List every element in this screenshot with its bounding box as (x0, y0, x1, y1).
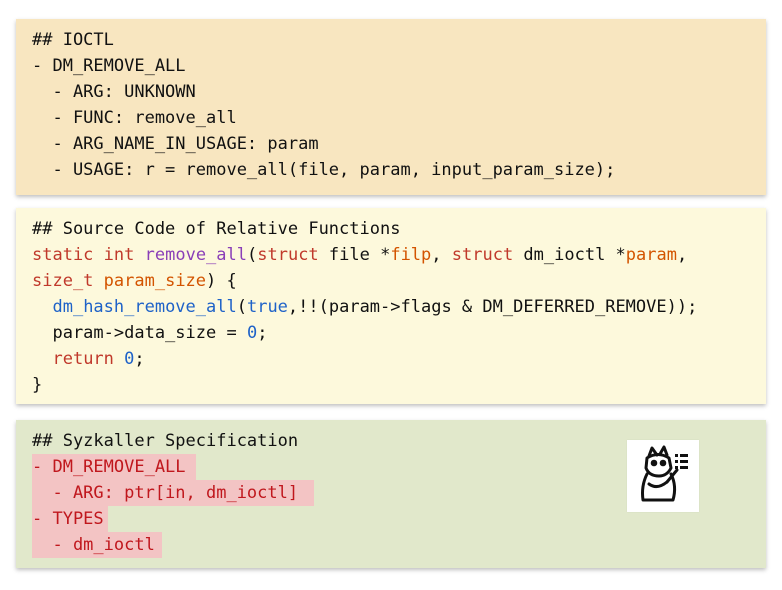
call-args: ,!!(param->flags & DM_DEFERRED_REMOVE)); (287, 297, 698, 317)
source-heading: ## Source Code of Relative Functions (32, 219, 401, 239)
spec-line: - dm_ioctl (32, 532, 750, 558)
ioctl-usage: - USAGE: r = remove_all(file, param, inp… (32, 160, 616, 180)
dm-ioctl-pointer: dm_ioctl * (513, 245, 626, 265)
param-param: param (625, 245, 677, 265)
spec-arg: - ARG: ptr[in, dm_ioctl] (32, 480, 314, 506)
type-size-t: size_t (32, 271, 94, 291)
spec-types: - TYPES (32, 506, 108, 532)
comma: , (676, 245, 688, 265)
assignment: param->data_size = (32, 323, 247, 343)
literal-zero: 0 (246, 323, 258, 343)
code-line-hash-remove: dm_hash_remove_all(true,!!(param->flags … (32, 294, 750, 320)
gopher-svg (641, 445, 688, 502)
semicolon: ; (257, 323, 268, 343)
ioctl-panel: ## IOCTL - DM_REMOVE_ALL - ARG: UNKNOWN … (16, 19, 766, 195)
comma: , (431, 245, 452, 265)
function-name: remove_all (144, 245, 247, 265)
ioctl-func: - FUNC: remove_all (32, 108, 237, 128)
syzkaller-gopher-icon (627, 440, 699, 512)
param-filp: filp (390, 245, 432, 265)
keyword-struct: struct (451, 245, 514, 265)
ioctl-arg-name: - ARG_NAME_IN_USAGE: param (32, 134, 319, 154)
syzkaller-spec-panel: ## Syzkaller Specification - DM_REMOVE_A… (16, 420, 766, 568)
paren-open: ( (247, 245, 258, 265)
keyword-struct: struct (257, 245, 319, 265)
literal-true: true (246, 297, 288, 317)
brace-open: ) { (206, 271, 237, 291)
keyword-int: int (103, 245, 135, 265)
param-param-size: param_size (103, 271, 207, 291)
code-line-return: return 0; (32, 346, 750, 372)
code-line-close: } (32, 375, 43, 395)
ioctl-name: - DM_REMOVE_ALL (32, 56, 186, 76)
literal-zero: 0 (124, 349, 135, 369)
file-pointer: file * (318, 245, 391, 265)
spec-ioctl-name: - DM_REMOVE_ALL (32, 454, 196, 480)
code-line-signature-cont: size_t param_size) { (32, 268, 750, 294)
keyword-static: static (32, 245, 94, 265)
source-code-panel: ## Source Code of Relative Functions sta… (16, 208, 766, 404)
ioctl-arg: - ARG: UNKNOWN (32, 82, 196, 102)
spec-type-dm-ioctl: - dm_ioctl (32, 532, 162, 558)
ioctl-heading: ## IOCTL (32, 30, 114, 50)
code-line-data-size: param->data_size = 0; (32, 320, 750, 346)
keyword-return: return (52, 349, 114, 369)
semicolon: ; (134, 349, 145, 369)
code-line-signature: static int remove_all(struct file *filp,… (32, 242, 750, 268)
paren-open: ( (236, 297, 247, 317)
call-dm-hash-remove-all: dm_hash_remove_all (52, 297, 237, 317)
